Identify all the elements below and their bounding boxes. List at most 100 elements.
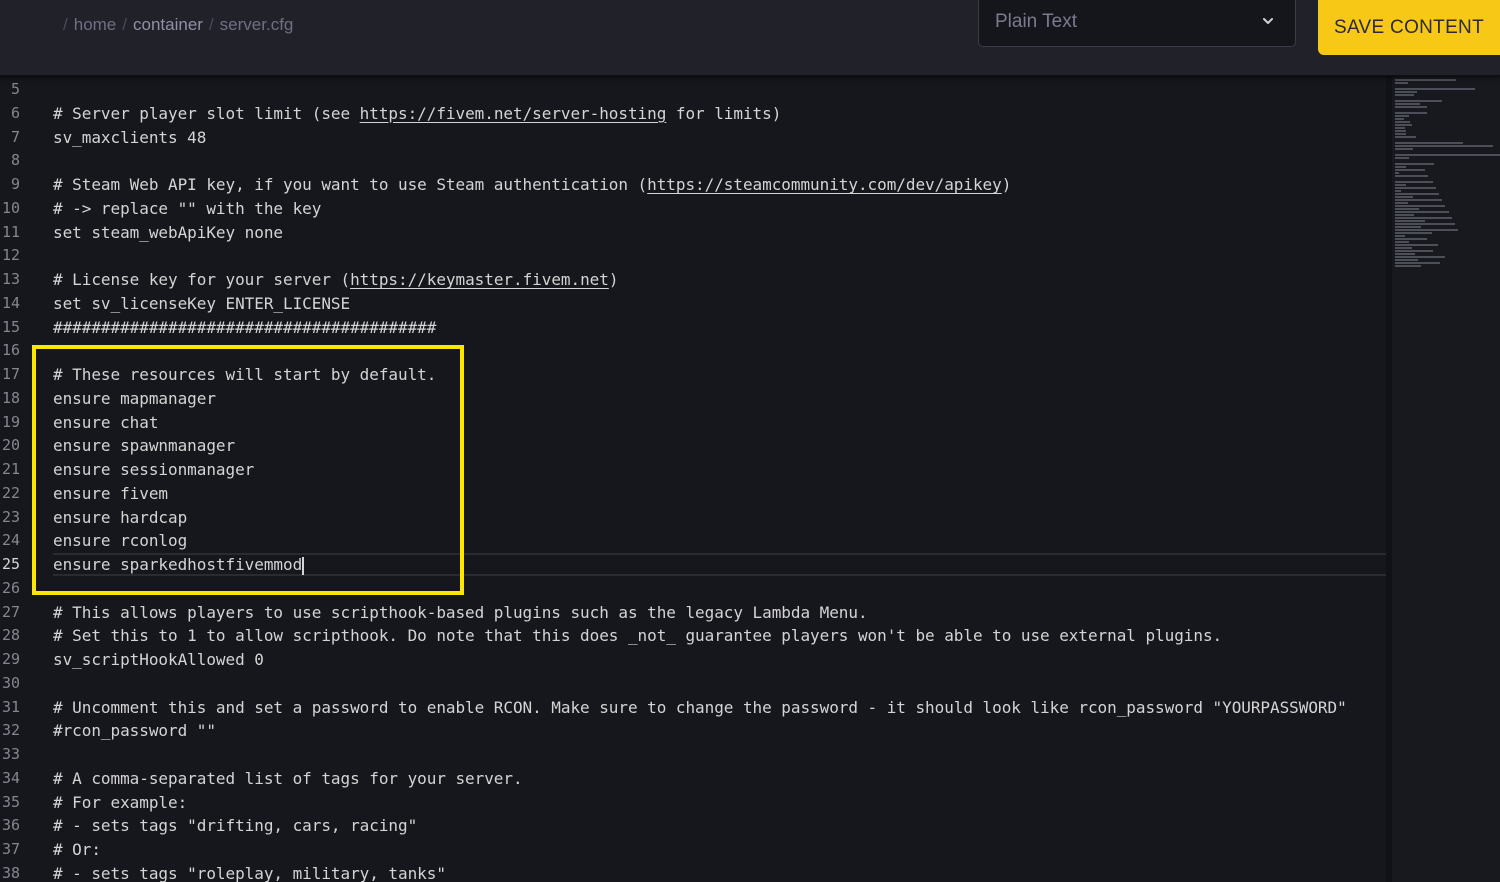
save-content-button[interactable]: SAVE CONTENT <box>1318 0 1500 55</box>
line-number: 18 <box>1 388 20 407</box>
code-link[interactable]: https://fivem.net/server-hosting <box>360 104 667 123</box>
line-number: 33 <box>1 745 20 763</box>
minimap-line <box>1395 145 1493 147</box>
minimap-line <box>1395 118 1404 120</box>
line-number: 15 <box>1 317 20 336</box>
minimap-line <box>1395 94 1415 96</box>
line-text[interactable]: set sv_licenseKey ENTER_LICENSE <box>53 292 350 316</box>
line-text[interactable]: ensure spawnmanager <box>53 434 235 458</box>
line-text[interactable]: ensure chat <box>53 411 158 435</box>
breadcrumb-home[interactable]: home <box>74 15 117 35</box>
minimap-line <box>1395 115 1409 117</box>
minimap-line <box>1395 154 1500 156</box>
minimap-line <box>1395 184 1407 186</box>
line-text[interactable]: # For example: <box>53 791 187 815</box>
line-text[interactable]: # These resources will start by default. <box>53 363 436 387</box>
minimap-line <box>1395 91 1418 93</box>
line-number: 37 <box>1 840 20 858</box>
minimap-line <box>1395 88 1475 90</box>
minimap-line <box>1395 238 1427 240</box>
code-link[interactable]: https://keymaster.fivem.net <box>350 270 609 289</box>
minimap-line <box>1395 79 1456 81</box>
line-number: 10 <box>1 198 20 217</box>
line-text[interactable]: set steam_webApiKey none <box>53 221 283 245</box>
minimap-line <box>1395 265 1422 267</box>
line-text[interactable]: ensure fivem <box>53 482 168 506</box>
line-number: 22 <box>1 483 20 502</box>
line-number: 12 <box>1 246 20 265</box>
minimap-line <box>1395 214 1415 216</box>
minimap-line <box>1395 181 1433 183</box>
line-text[interactable]: # Set this to 1 to allow scripthook. Do … <box>53 624 1222 648</box>
breadcrumb-container[interactable]: container <box>133 15 203 35</box>
minimap-line <box>1395 229 1459 231</box>
line-text[interactable]: # Server player slot limit (see https://… <box>53 102 781 126</box>
line-text[interactable]: ensure mapmanager <box>53 387 216 411</box>
language-select[interactable]: Plain Text <box>978 0 1296 47</box>
line-number: 38 <box>1 863 20 882</box>
line-text[interactable]: ensure sparkedhostfivemmod <box>53 553 305 577</box>
line-number: 16 <box>1 341 20 360</box>
minimap-line <box>1395 217 1452 219</box>
minimap-line <box>1395 232 1432 234</box>
line-text[interactable]: # A comma-separated list of tags for you… <box>53 767 523 791</box>
minimap-line <box>1395 199 1443 201</box>
line-text[interactable]: # -> replace "" with the key <box>53 197 321 221</box>
minimap-line <box>1395 211 1449 213</box>
line-text[interactable]: # Steam Web API key, if you want to use … <box>53 173 1011 197</box>
minimap-line <box>1395 256 1445 258</box>
minimap-line <box>1395 190 1402 192</box>
line-number: 28 <box>1 626 20 645</box>
minimap-line <box>1395 142 1463 144</box>
line-text[interactable]: ensure hardcap <box>53 506 187 530</box>
minimap-line <box>1395 127 1405 129</box>
minimap-line <box>1395 196 1413 198</box>
minimap-line <box>1395 82 1408 84</box>
minimap-line <box>1395 187 1436 189</box>
line-number: 29 <box>1 650 20 668</box>
line-number: 21 <box>1 460 20 478</box>
minimap[interactable] <box>1386 76 1500 882</box>
line-text[interactable]: # Or: <box>53 838 101 862</box>
minimap-line <box>1395 226 1421 228</box>
minimap-line <box>1395 157 1409 159</box>
line-text[interactable]: # License key for your server (https://k… <box>53 268 618 292</box>
minimap-line <box>1395 121 1411 123</box>
minimap-line <box>1395 244 1439 246</box>
minimap-line <box>1395 148 1413 150</box>
line-text[interactable]: # This allows players to use scripthook-… <box>53 601 868 625</box>
line-text[interactable]: sv_scriptHookAllowed 0 <box>53 648 264 672</box>
minimap-line <box>1395 259 1419 261</box>
minimap-line <box>1395 202 1408 204</box>
line-text[interactable]: # - sets tags "roleplay, military, tanks… <box>53 862 446 882</box>
chevron-down-icon <box>1263 18 1273 24</box>
line-number: 14 <box>1 293 20 312</box>
minimap-line <box>1395 166 1407 168</box>
minimap-line <box>1395 208 1419 210</box>
line-number: 8 <box>10 151 20 170</box>
line-text[interactable]: ######################################## <box>53 316 436 340</box>
line-number: 32 <box>1 721 20 740</box>
line-text[interactable]: ensure sessionmanager <box>53 458 254 482</box>
minimap-line <box>1395 247 1412 249</box>
line-text[interactable]: # Uncomment this and set a password to e… <box>53 696 1347 720</box>
minimap-line <box>1395 136 1416 138</box>
minimap-line <box>1395 172 1399 174</box>
line-text[interactable]: sv_maxclients 48 <box>53 126 206 150</box>
line-number: 23 <box>1 507 20 526</box>
minimap-line <box>1395 220 1426 222</box>
minimap-line <box>1395 250 1434 252</box>
breadcrumb-separator: / <box>63 15 68 34</box>
line-number: 30 <box>1 673 20 692</box>
line-text[interactable]: ensure rconlog <box>53 529 187 553</box>
minimap-line <box>1395 262 1440 264</box>
minimap-line <box>1395 100 1443 102</box>
code-editor[interactable]: 5 6 # Server player slot limit (see https:… <box>0 76 1386 882</box>
line-number: 6 <box>10 103 20 122</box>
line-number: 26 <box>1 578 20 597</box>
line-text[interactable]: # - sets tags "drifting, cars, racing" <box>53 814 417 838</box>
breadcrumb-separator: / <box>122 15 127 34</box>
line-text[interactable]: #rcon_password "" <box>53 719 216 743</box>
code-link[interactable]: https://steamcommunity.com/dev/apikey <box>647 175 1002 194</box>
breadcrumb-separator: / <box>208 15 214 34</box>
